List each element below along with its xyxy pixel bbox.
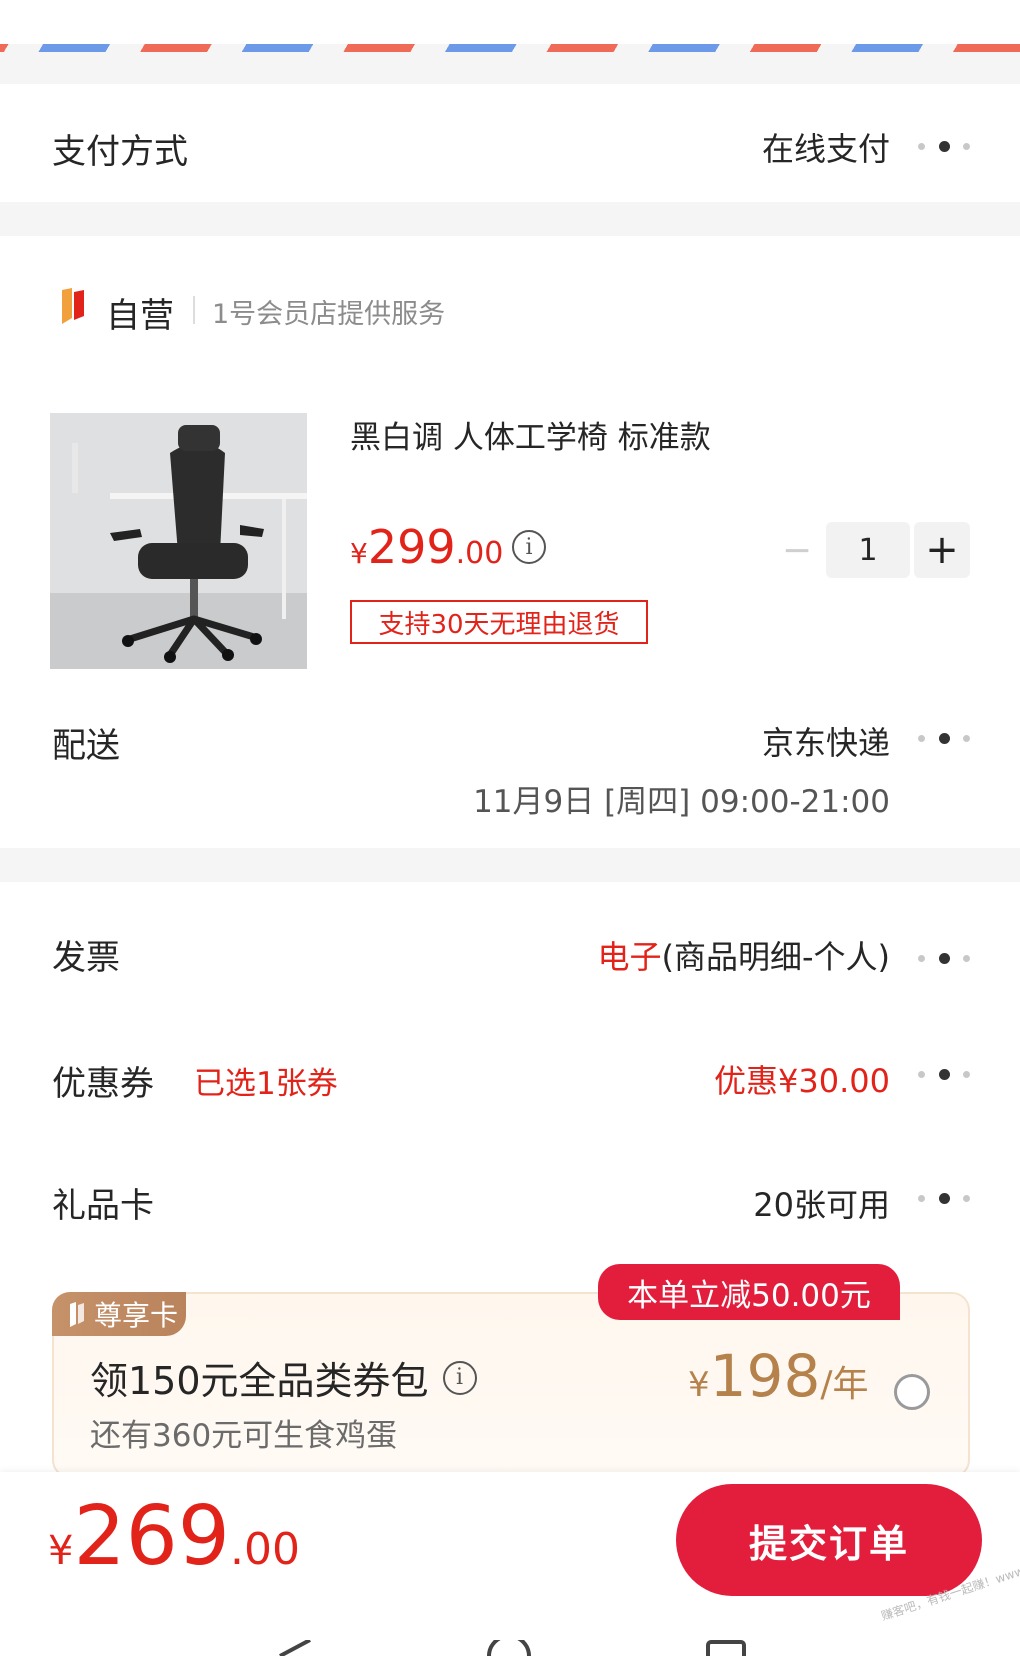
total-symbol: ¥ — [48, 1528, 74, 1574]
vip-subtitle: 还有360元可生食鸡蛋 — [90, 1418, 398, 1454]
vip-price-unit: /年 — [820, 1364, 869, 1405]
product-title[interactable]: 黑白调 人体工学椅 标准款 — [350, 412, 711, 457]
envelope-stripe — [0, 44, 1020, 52]
payment-row[interactable]: 支付方式 在线支付 — [0, 84, 1020, 202]
more-dots-icon[interactable] — [918, 140, 970, 152]
delivery-label: 配送 — [52, 726, 120, 766]
product-price: ¥ 299 .00 — [350, 520, 503, 574]
more-dots-icon[interactable] — [918, 1068, 970, 1080]
coupon-discount[interactable]: 优惠¥30.00 — [714, 1056, 890, 1102]
radio-icon[interactable] — [894, 1374, 930, 1410]
vip-badge-label: 尊享卡 — [94, 1299, 179, 1332]
vip-price: ¥ 198 /年 — [688, 1342, 869, 1410]
product-image[interactable] — [50, 413, 307, 669]
more-dots-icon[interactable] — [918, 952, 970, 964]
shop-service: 1号会员店提供服务 — [212, 299, 446, 330]
home-icon[interactable] — [486, 1640, 532, 1656]
delivery-time[interactable]: 11月9日 [周四] 09:00-21:00 — [473, 776, 890, 821]
price-integer: 299 — [367, 520, 456, 574]
vip-price-value: 198 — [709, 1342, 821, 1410]
coupon-selected: 已选1张券 — [194, 1066, 338, 1102]
info-icon[interactable]: i — [442, 1360, 477, 1395]
total-integer: 269 — [73, 1489, 230, 1584]
vip-badge: 尊享卡 — [52, 1292, 186, 1336]
total-price: ¥ 269 .00 — [48, 1496, 300, 1578]
vip-logo-icon — [70, 1302, 84, 1327]
promo-tag: 本单立减50.00元 — [598, 1264, 900, 1320]
giftcard-available[interactable]: 20张可用 — [753, 1180, 890, 1226]
invoice-label: 发票 — [52, 938, 120, 978]
back-icon[interactable] — [276, 1640, 312, 1656]
quantity-decrease-button[interactable]: − — [774, 522, 820, 578]
divider — [193, 296, 195, 324]
submit-order-button[interactable]: 提交订单 — [676, 1484, 982, 1596]
giftcard-label: 礼品卡 — [52, 1186, 154, 1226]
shop-name: 自营 — [106, 296, 174, 336]
more-dots-icon[interactable] — [918, 1192, 970, 1204]
payment-label: 支付方式 — [52, 132, 188, 172]
quantity-increase-button[interactable]: + — [914, 522, 970, 578]
return-policy-tag: 支持30天无理由退货 — [350, 600, 648, 644]
payment-value: 在线支付 — [761, 130, 890, 168]
coupon-label: 优惠券 — [52, 1064, 154, 1104]
top-area — [0, 0, 1020, 44]
quantity-value[interactable]: 1 — [826, 522, 910, 578]
shop-logo-icon — [54, 286, 88, 326]
invoice-type: 电子 — [597, 938, 662, 976]
more-dots-icon[interactable] — [918, 732, 970, 744]
info-icon[interactable]: i — [512, 530, 546, 564]
recent-icon[interactable] — [706, 1640, 746, 1656]
delivery-carrier[interactable]: 京东快递 — [762, 718, 890, 764]
price-decimal: .00 — [455, 536, 504, 571]
vip-title: 领150元全品类券包 — [90, 1359, 429, 1403]
vip-price-symbol: ¥ — [688, 1365, 710, 1405]
total-decimal: .00 — [229, 1524, 300, 1575]
invoice-value[interactable]: 电子(商品明细-个人) — [597, 932, 890, 978]
price-symbol: ¥ — [350, 537, 368, 570]
vip-title-row: 领150元全品类券包 i — [90, 1350, 477, 1405]
invoice-detail: (商品明细-个人) — [661, 938, 890, 976]
